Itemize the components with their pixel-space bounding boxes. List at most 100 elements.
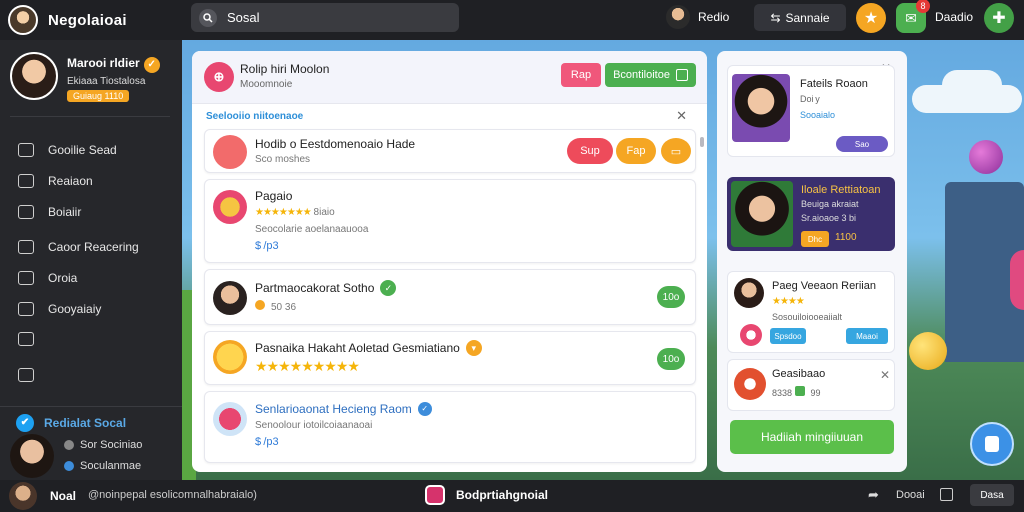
promo-icon bbox=[213, 135, 247, 169]
camera-icon[interactable] bbox=[425, 485, 445, 505]
cash-icon bbox=[794, 386, 805, 396]
profile-card[interactable]: Marooi rldier ✓ Ekiaaa Tiostalosa Guiaug … bbox=[10, 52, 160, 102]
card-pill[interactable]: Sao bbox=[836, 136, 888, 152]
sidebar-item-3[interactable]: Caoor Reacering bbox=[18, 231, 139, 262]
top-bar: Negolaioai Sosal Redio ⇆ Sannaie ★ ✉ 8 D… bbox=[0, 0, 1024, 40]
item-rating: ★★★★★★★ 8iaio bbox=[255, 207, 335, 218]
share-icon[interactable]: ➦ bbox=[868, 487, 879, 503]
notice-row: Seelooiio niitoenaoe ✕ bbox=[192, 103, 707, 129]
item-title: Hodib o Eestdomenoaio Hade bbox=[255, 137, 416, 151]
card-pill[interactable]: Spsdoo bbox=[770, 328, 806, 344]
avatar bbox=[734, 278, 764, 308]
transfer-icon: ⇆ bbox=[770, 10, 781, 25]
list-item[interactable]: Partmaocakorat Sotho ✓ 50 36 10o bbox=[204, 269, 696, 325]
gem-icon bbox=[1010, 250, 1024, 310]
sidebar-item-2[interactable]: Boiaiir bbox=[18, 196, 139, 227]
cta-button[interactable]: Hadiiah mingiiuuan bbox=[730, 420, 894, 454]
chevron-down-icon: ▾ bbox=[465, 340, 482, 356]
rating-note: 8iaio bbox=[313, 207, 335, 218]
promo-card[interactable]: Fateils Roaon Doi y Sooaialo Sao bbox=[727, 65, 895, 157]
header-right-label[interactable]: Daadio bbox=[935, 10, 973, 24]
footer-label[interactable]: Dooai bbox=[896, 489, 925, 501]
list-item[interactable]: Senlarioaonat Hecieng Raom ✓ Senoolour io… bbox=[204, 391, 696, 463]
sidebar-item-4[interactable]: Oroia bbox=[18, 262, 139, 293]
close-icon[interactable]: ✕ bbox=[676, 108, 687, 124]
item-subtitle: Senoolour iotoilcoiaanaoai bbox=[255, 420, 373, 431]
list-item[interactable]: Pagaio ★★★★★★★ 8iaio Seocolarie aoelanaa… bbox=[204, 179, 696, 263]
floating-action-button[interactable] bbox=[970, 422, 1014, 466]
info-card[interactable]: Geasibaao 8338 99 ✕ bbox=[727, 359, 895, 411]
sidebar-item-0[interactable]: Gooilie Sead bbox=[18, 134, 139, 165]
product-card[interactable]: Paeg Veeaon Reriian ★★★★ Sosouiloiooeaii… bbox=[727, 271, 895, 353]
footer-name: Noal bbox=[50, 489, 77, 503]
sidebar-item-1[interactable]: Reaiaon bbox=[18, 165, 139, 196]
item-title-text: Pasnaika Hakaht Aoletad Gesmiatiano bbox=[255, 341, 460, 355]
item-subtitle: 50 36 bbox=[255, 300, 296, 313]
list-item[interactable]: Pasnaika Hakaht Aoletad Gesmiatiano ▾ ★★★… bbox=[204, 331, 696, 385]
cloud bbox=[942, 70, 1002, 100]
card-title: Iloale Rettiatoan bbox=[801, 184, 881, 196]
ticket-icon bbox=[740, 324, 762, 346]
search-bar[interactable]: Sosal bbox=[191, 3, 459, 32]
star-button[interactable]: ★ bbox=[856, 3, 886, 33]
scrollbar[interactable] bbox=[700, 137, 704, 147]
sidebar-item-label: Gooilie Sead bbox=[48, 142, 117, 157]
item-title: Pasnaika Hakaht Aoletad Gesmiatiano ▾ bbox=[255, 340, 482, 356]
top-user[interactable]: Redio bbox=[666, 5, 729, 29]
item-title-text: Partmaocakorat Sotho bbox=[255, 281, 375, 295]
item-title: Pagaio bbox=[255, 189, 293, 203]
social-title[interactable]: ✔ Redialat Socal bbox=[16, 414, 126, 432]
card-subtitle: Doi y bbox=[800, 94, 820, 104]
item-title: Partmaocakorat Sotho ✓ bbox=[255, 280, 397, 296]
profile-name-text: Marooi rldier bbox=[67, 56, 140, 70]
panel-subtitle: Mooomnoie bbox=[240, 79, 293, 90]
notification-badge: 8 bbox=[916, 0, 930, 13]
stars: ★★★★★★★ bbox=[255, 207, 312, 218]
ticket-icon bbox=[213, 402, 247, 436]
item-price: $ /p3 bbox=[255, 240, 279, 252]
bell-icon: ✉ bbox=[905, 9, 917, 26]
rap-button[interactable]: Rap bbox=[561, 63, 601, 87]
sidebar-item-label: Gooyaiaiy bbox=[48, 301, 102, 316]
fap-button[interactable]: Fap bbox=[616, 138, 656, 164]
lock-icon: ⊕ bbox=[204, 62, 234, 92]
app-logo[interactable]: Negolaioai bbox=[8, 5, 190, 35]
notifications-button[interactable]: ✉ 8 bbox=[896, 0, 930, 33]
panel-header: ⊕ Rolip hiri Moolon Mooomnoie Rap Bconti… bbox=[192, 51, 707, 103]
feature-card[interactable]: Iloale Rettiatoan Beuiga akraiat Sr.aioa… bbox=[727, 177, 895, 251]
sup-button[interactable]: Sup bbox=[567, 138, 613, 164]
star-icon: ★ bbox=[863, 10, 879, 27]
folder-button[interactable]: ▭ bbox=[661, 138, 691, 164]
header-button[interactable]: ⇆ Sannaie bbox=[754, 4, 846, 31]
card-pill[interactable]: Dhc bbox=[801, 231, 829, 247]
dot-icon bbox=[64, 461, 74, 471]
stars: ★★★★★★★★★ bbox=[255, 358, 360, 374]
share-icon[interactable] bbox=[18, 368, 34, 382]
mail-icon[interactable] bbox=[18, 332, 34, 346]
social-line-2[interactable]: Soculanmae bbox=[64, 460, 141, 472]
item-title-text: Senlarioaonat Hecieng Raom bbox=[255, 402, 412, 416]
card-subtitle: 8338 99 bbox=[772, 386, 821, 398]
search-input[interactable]: Sosal bbox=[227, 10, 260, 25]
continue-button[interactable]: Bcontiloitoe bbox=[605, 63, 696, 87]
sidebar-item-5[interactable]: Gooyaiaiy bbox=[18, 293, 139, 324]
card-link[interactable]: Sooaialo bbox=[800, 110, 835, 120]
footer-button[interactable]: Dasa bbox=[970, 484, 1014, 506]
window-icon[interactable] bbox=[940, 488, 953, 501]
item-badge-button[interactable]: 10o bbox=[657, 348, 685, 370]
top-user-name: Redio bbox=[698, 10, 730, 24]
sidebar-icons bbox=[18, 332, 34, 404]
item-badge-button[interactable]: 10o bbox=[657, 286, 685, 308]
footer-handle[interactable]: @noinpepal esolicomnalhabraialo) bbox=[88, 489, 257, 501]
close-icon[interactable]: ✕ bbox=[880, 368, 890, 382]
add-button[interactable]: ✚ bbox=[984, 3, 1014, 33]
social-line-1[interactable]: Sor Sociniao bbox=[64, 439, 142, 451]
footer-center-label[interactable]: Bodprtiahgnoial bbox=[456, 488, 548, 502]
continue-button-label: Bcontiloitoe bbox=[613, 69, 670, 81]
card-subtitle-text: 8338 bbox=[772, 388, 793, 398]
search-icon bbox=[199, 8, 217, 27]
card-pill[interactable]: Maaoi bbox=[846, 328, 888, 344]
list-item[interactable]: Hodib o Eestdomenoaio Hade Sco moshes Su… bbox=[204, 129, 696, 173]
avatar[interactable] bbox=[9, 482, 37, 510]
store-icon bbox=[18, 270, 34, 285]
